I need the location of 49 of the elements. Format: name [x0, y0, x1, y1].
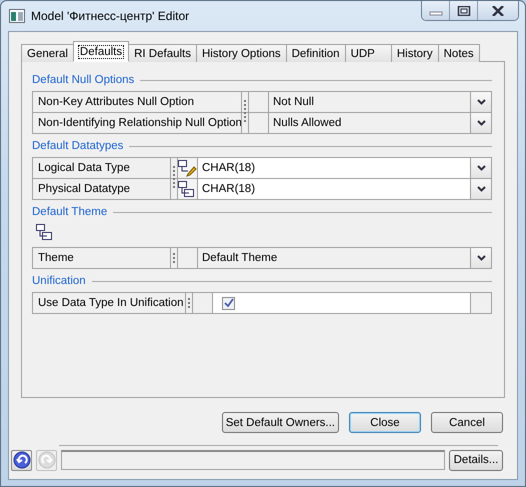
caret-icon[interactable]	[476, 186, 486, 192]
app-icon	[9, 9, 25, 23]
linked-boxes-icon[interactable]	[178, 180, 197, 198]
tab[interactable]: History	[390, 44, 439, 62]
dialog-button[interactable]: Cancel	[431, 412, 503, 433]
property-label: Logical Data Type	[33, 158, 171, 178]
dropdown-button[interactable]	[471, 92, 491, 112]
checkbox[interactable]	[222, 296, 235, 310]
dropdown-field[interactable]: CHAR(18)	[198, 158, 471, 178]
section-title: Default Null Options	[32, 74, 134, 86]
dropdown-button[interactable]	[471, 158, 491, 178]
caret-icon[interactable]	[476, 120, 486, 126]
caret-icon[interactable]	[476, 99, 486, 105]
property-label: Theme	[33, 248, 171, 268]
edit-pencil-icon[interactable]	[178, 160, 197, 176]
caret-icon[interactable]	[476, 165, 486, 171]
tab[interactable]: Definition	[286, 44, 346, 62]
section-title: Default Datatypes	[32, 140, 124, 152]
undo-button[interactable]	[11, 450, 32, 470]
linked-boxes-icon[interactable]	[36, 224, 52, 240]
splitter-handle[interactable]	[173, 166, 175, 190]
window-title: Model 'Фитнесс-центр' Editor	[31, 9, 190, 23]
dropdown-field[interactable]: CHAR(18)	[198, 179, 471, 199]
dropdown-button[interactable]	[471, 179, 491, 199]
dialog-button[interactable]: Set Default Owners...	[222, 412, 339, 433]
property-label: Use Data Type In Unification	[33, 293, 186, 313]
property-label: Non-Identifying Relationship Null Option	[33, 113, 242, 133]
maximize-button[interactable]	[449, 1, 477, 20]
close-button[interactable]	[477, 1, 518, 20]
splitter-handle[interactable]	[244, 100, 246, 124]
splitter-handle[interactable]	[173, 253, 175, 263]
tab[interactable]: Notes	[438, 44, 480, 62]
splitter-handle[interactable]	[188, 298, 190, 308]
property-label: Physical Datatype	[33, 179, 171, 199]
dropdown-button[interactable]	[471, 248, 491, 268]
section-title: Default Theme	[32, 206, 108, 218]
tab[interactable]: General	[21, 44, 74, 62]
tab[interactable]: History Options	[196, 44, 287, 62]
details-button[interactable]: Details...	[449, 450, 503, 470]
dropdown-button[interactable]	[471, 113, 491, 133]
tab[interactable]: RI Defaults	[128, 44, 197, 62]
maximize-icon[interactable]	[456, 6, 470, 16]
caret-icon[interactable]	[476, 255, 486, 261]
section-title: Unification	[32, 275, 86, 287]
tab[interactable]: Defaults	[72, 41, 130, 62]
dialog-button[interactable]: Close	[349, 412, 421, 433]
tab[interactable]: UDP	[344, 44, 392, 62]
close-icon[interactable]	[491, 6, 505, 16]
property-label: Non-Key Attributes Null Option	[33, 92, 242, 112]
